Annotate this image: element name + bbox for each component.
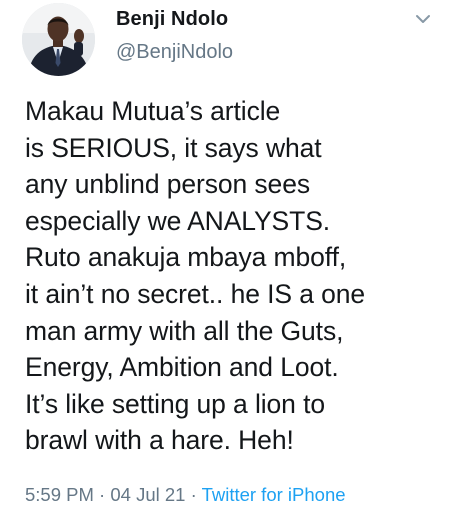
- author-name[interactable]: Benji Ndolo: [116, 8, 228, 31]
- tweet-meta: 5:59 PM · 04 Jul 21 · Twitter for iPhone: [25, 484, 346, 506]
- tweet-text-line: it ain’t no secret.. he IS a one: [25, 278, 366, 309]
- tweet-source-link[interactable]: Twitter for iPhone: [202, 484, 346, 505]
- tweet-text-line: man army with all the Guts,: [25, 315, 344, 346]
- tweet-text-line: Energy, Ambition and Loot.: [25, 352, 339, 383]
- tweet-time[interactable]: 5:59 PM: [25, 484, 94, 505]
- tweet-card: Benji Ndolo @BenjiNdolo Makau Mutua’s ar…: [0, 0, 467, 521]
- tweet-text-line: Ruto anakuja mbaya mboff,: [25, 242, 347, 273]
- meta-separator: ·: [93, 484, 111, 505]
- tweet-text-line: brawl with a hare. Heh!: [25, 425, 294, 456]
- author-handle[interactable]: @BenjiNdolo: [116, 41, 233, 64]
- tweet-text-line: any unblind person sees: [25, 169, 310, 200]
- chevron-down-icon[interactable]: [412, 8, 434, 30]
- tweet-text-line: Makau Mutua’s article: [25, 96, 281, 126]
- avatar[interactable]: [22, 3, 95, 76]
- tweet-text: Makau Mutua’s article is SERIOUS, it say…: [25, 93, 460, 459]
- tweet-text-line: It’s like setting up a lion to: [25, 388, 325, 419]
- tweet-text-line: especially we ANALYSTS.: [25, 205, 331, 236]
- tweet-date[interactable]: 04 Jul 21: [110, 484, 185, 505]
- profile-photo-icon: [22, 3, 95, 76]
- tweet-text-line: is SERIOUS, it says what: [25, 132, 322, 163]
- meta-separator: ·: [185, 484, 202, 505]
